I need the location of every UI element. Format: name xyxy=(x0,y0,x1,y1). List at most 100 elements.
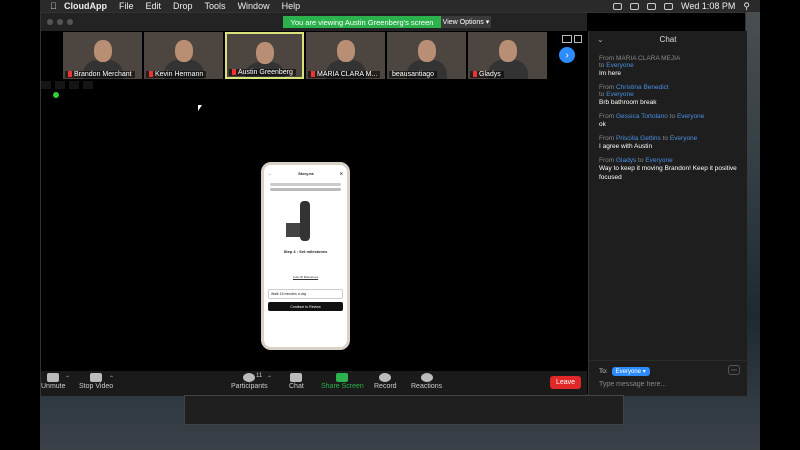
phone-step-pill xyxy=(270,188,341,191)
traffic-lights xyxy=(47,19,73,25)
shared-tab xyxy=(41,81,51,89)
shared-tab xyxy=(55,81,65,89)
search-icon[interactable]: ⚲ xyxy=(743,1,750,12)
chat-message: From MARIA CLARA MEJIA to Everyone Im her… xyxy=(589,55,747,78)
chat-bubble-icon xyxy=(290,373,303,382)
shared-tab xyxy=(69,81,79,89)
leave-meeting-button[interactable]: Leave xyxy=(550,376,581,389)
reactions-label: Reactions xyxy=(411,383,443,390)
microphone-icon xyxy=(47,373,60,382)
phone-mockup: ← Story.ea ✕ Step 4 : Set milestones Aut… xyxy=(261,162,350,350)
record-icon xyxy=(379,373,392,382)
chevron-down-icon: ▾ xyxy=(485,19,490,26)
chat-message-meta: From Gessica Tortolano to Everyone xyxy=(599,113,705,120)
chat-message-meta: From MARIA CLARA MEJIA to Everyone xyxy=(599,55,681,69)
maximize-window-button[interactable] xyxy=(67,19,73,25)
participant-tile[interactable]: Gladys xyxy=(468,32,547,79)
chevron-up-icon[interactable]: ⌃ xyxy=(267,375,272,382)
participant-name: Brandon Merchant xyxy=(65,71,135,78)
unmute-label: Unmute xyxy=(41,383,66,390)
right-band xyxy=(760,0,800,450)
menu-help[interactable]: Help xyxy=(282,1,301,11)
next-page-button[interactable]: › xyxy=(559,47,575,63)
chat-message-text: Way to keep it moving Brandon! Keep it p… xyxy=(599,165,737,181)
participant-tile[interactable]: Brandon Merchant xyxy=(63,32,142,79)
more-options-button[interactable]: ⋯ xyxy=(728,365,740,375)
phone-milestone-input: Walk 15 minutes a day xyxy=(268,289,343,299)
menubar-clock[interactable]: Wed 1:08 PM xyxy=(681,1,735,11)
close-icon: ✕ xyxy=(339,170,343,176)
viewing-screen-banner: You are viewing Austin Greenberg's scree… xyxy=(283,16,441,28)
status-icon[interactable] xyxy=(630,2,640,10)
fullscreen-icon[interactable] xyxy=(574,35,582,43)
phone-header-title: Story.ea xyxy=(298,170,314,176)
participant-tile-active-speaker[interactable]: Austin Greenberg xyxy=(225,32,304,79)
phone-autofill-link: Auto-fill Milestones xyxy=(292,275,319,279)
stop-video-button[interactable]: Stop Video xyxy=(79,373,113,390)
share-screen-button[interactable]: Share Screen xyxy=(321,373,364,390)
chat-message: From Christina Benedict to Everyone Brb b… xyxy=(589,84,747,107)
participants-count: 11 xyxy=(256,373,263,379)
chat-panel: ⌄ Chat From MARIA CLARA MEJIA to Everyone… xyxy=(588,31,748,396)
chat-message: From Gessica Tortolano to Everyone ok xyxy=(589,113,747,129)
record-label: Record xyxy=(374,383,397,390)
participant-tile[interactable]: beausantiago xyxy=(387,32,466,79)
illustration-desk xyxy=(286,223,300,237)
close-window-button[interactable] xyxy=(47,19,53,25)
menu-tools[interactable]: Tools xyxy=(205,1,226,11)
participant-tile[interactable]: Kevin Hermann xyxy=(144,32,223,79)
muted-mic-icon xyxy=(149,71,153,78)
chat-message-text: Brb bathroom break xyxy=(599,99,657,106)
minimize-window-button[interactable] xyxy=(57,19,63,25)
participant-tile[interactable]: MARIA CLARA M... xyxy=(306,32,385,79)
emoji-icon xyxy=(420,373,433,382)
participant-name: MARIA CLARA M... xyxy=(308,71,381,78)
view-options-label: View Options xyxy=(442,18,484,26)
chat-label: Chat xyxy=(289,383,304,390)
gallery-controls: › xyxy=(559,35,575,63)
participant-name: Austin Greenberg xyxy=(229,69,296,76)
chevron-down-icon: ▾ xyxy=(642,369,646,375)
share-screen-icon xyxy=(336,373,349,382)
unmute-button[interactable]: Unmute xyxy=(41,373,66,390)
chat-message-text: ok xyxy=(599,121,606,128)
wifi-icon[interactable] xyxy=(647,2,657,10)
recipient-select[interactable]: Everyone ▾ xyxy=(611,367,650,376)
apple-icon[interactable]:  xyxy=(50,1,64,11)
chat-recipient-row: To: Everyone ▾ xyxy=(599,367,650,376)
view-options-button[interactable]: View Options ▾ xyxy=(441,16,491,28)
shared-tab xyxy=(83,81,93,89)
menu-drop[interactable]: Drop xyxy=(173,1,193,11)
shield-icon xyxy=(53,92,59,98)
participant-face xyxy=(174,40,193,62)
phone-step-title: Step 4 : Set milestones xyxy=(283,249,328,254)
reactions-button[interactable]: Reactions xyxy=(411,373,442,390)
chat-message-input[interactable] xyxy=(599,381,738,388)
gallery-view-icon[interactable] xyxy=(562,35,572,43)
participant-face xyxy=(255,42,274,64)
chat-message-text: I agree with Austin xyxy=(599,143,653,150)
battery-icon[interactable] xyxy=(664,2,674,10)
muted-mic-icon xyxy=(473,71,477,78)
to-label: To: xyxy=(599,368,608,375)
phone-illustration xyxy=(272,195,339,245)
chat-footer: To: Everyone ▾ ⋯ xyxy=(589,360,748,396)
menu-edit[interactable]: Edit xyxy=(146,1,162,11)
menu-file[interactable]: File xyxy=(119,1,134,11)
participant-name: beausantiago xyxy=(389,71,438,78)
meeting-toolbar: Unmute ⌃ Stop Video ⌃ Participants 11 ⌃ … xyxy=(41,371,587,396)
chevron-up-icon[interactable]: ⌃ xyxy=(65,375,70,382)
chevron-down-icon[interactable]: ⌄ xyxy=(597,31,604,49)
menu-window[interactable]: Window xyxy=(238,1,270,11)
chat-message-text: Im here xyxy=(599,70,622,77)
phone-continue-button: Continue to Review xyxy=(268,302,343,311)
record-button[interactable]: Record xyxy=(374,373,397,390)
participants-label: Participants xyxy=(231,383,268,390)
chat-button[interactable]: Chat xyxy=(289,373,304,390)
status-icon[interactable] xyxy=(613,2,623,10)
macos-menubar:  CloudApp File Edit Drop Tools Window H… xyxy=(40,0,760,12)
menu-app-name[interactable]: CloudApp xyxy=(64,1,107,11)
participant-face xyxy=(93,40,112,62)
participant-face xyxy=(336,40,355,62)
chevron-up-icon[interactable]: ⌃ xyxy=(109,375,114,382)
